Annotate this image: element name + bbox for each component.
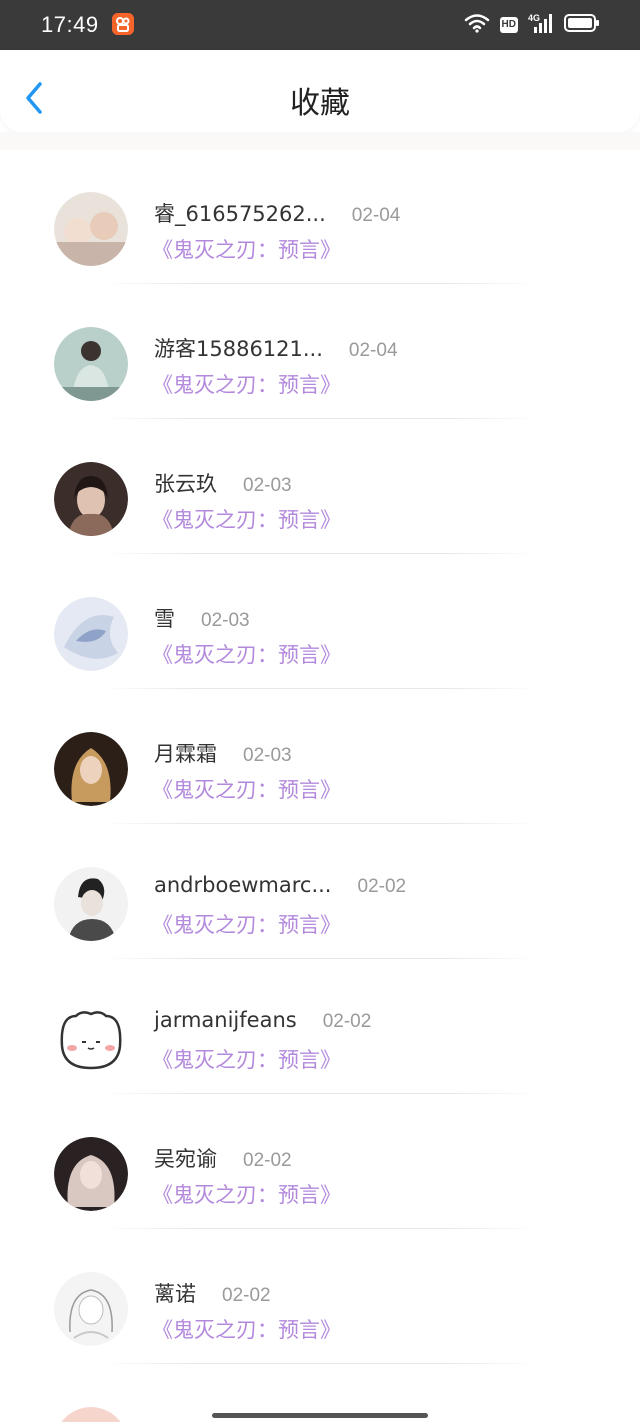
user-name[interactable]: jarmanijfeans (154, 1008, 297, 1032)
list-item[interactable]: 月霖霜 02-03 《鬼灭之刃：预言》 (0, 690, 640, 825)
name-row: 游客15886121... 02-04 (154, 333, 398, 363)
battery-icon (564, 13, 600, 37)
work-title[interactable]: 《鬼灭之刃：预言》 (152, 369, 341, 399)
list-item[interactable]: 游客15886121... 02-04 《鬼灭之刃：预言》 (0, 285, 640, 420)
work-title[interactable]: 《鬼灭之刃：预言》 (152, 1179, 341, 1209)
list-item[interactable]: 张云玖 02-03 《鬼灭之刃：预言》 (0, 420, 640, 555)
divider (100, 418, 540, 419)
avatar[interactable] (54, 1407, 128, 1422)
divider (100, 1093, 540, 1094)
user-name[interactable]: andrboewmarc... (154, 873, 332, 897)
list-item[interactable]: andrboewmarc... 02-02 《鬼灭之刃：预言》 (0, 825, 640, 960)
avatar[interactable] (54, 597, 128, 671)
status-bar: 17:49 HD 4G (0, 0, 640, 50)
kuaishou-icon (112, 13, 134, 35)
name-row: 月霖霜 02-03 (154, 738, 292, 768)
work-title[interactable]: 《鬼灭之刃：预言》 (152, 234, 341, 264)
page-title: 收藏 (290, 86, 350, 121)
avatar[interactable] (54, 327, 128, 401)
date: 02-04 (351, 205, 401, 226)
name-row: 吴宛谕 02-02 (154, 1143, 292, 1173)
work-title[interactable]: 《鬼灭之刃：预言》 (152, 774, 341, 804)
list-item[interactable]: 睿_616575262... 02-04 《鬼灭之刃：预言》 (0, 150, 640, 285)
user-name[interactable]: 吴宛谕 (154, 1143, 217, 1173)
header-separator (0, 132, 640, 150)
name-row: andrboewmarc... 02-02 (154, 873, 406, 898)
name-row: 雪 02-03 (154, 603, 250, 633)
date: 02-04 (348, 340, 398, 361)
work-title[interactable]: 《鬼灭之刃：预言》 (152, 909, 341, 939)
work-title[interactable]: 《鬼灭之刃：预言》 (152, 1314, 341, 1344)
name-row: jarmanijfeans 02-02 (154, 1008, 371, 1033)
date: 02-03 (201, 610, 250, 631)
name-row: 睿_616575262... 02-04 (154, 198, 400, 228)
avatar[interactable] (54, 867, 128, 941)
avatar[interactable] (54, 732, 128, 806)
status-icons: HD 4G (464, 13, 600, 37)
user-name[interactable]: 雪 (154, 603, 175, 633)
avatar[interactable] (54, 192, 128, 266)
header: 收藏 (0, 50, 640, 132)
signal-icon: 4G (528, 12, 554, 38)
name-row: 张云玖 02-03 (154, 468, 292, 498)
work-title[interactable]: 《鬼灭之刃：预言》 (152, 504, 341, 534)
divider (100, 688, 540, 689)
date: 02-03 (243, 745, 292, 766)
work-title[interactable]: 《鬼灭之刃：预言》 (152, 639, 341, 669)
wifi-icon (464, 13, 490, 37)
home-indicator[interactable] (212, 1413, 428, 1418)
divider (100, 553, 540, 554)
date: 02-02 (322, 1011, 372, 1032)
user-name[interactable]: 月霖霜 (154, 738, 217, 768)
name-row: 蓠诺 02-02 (154, 1278, 271, 1308)
avatar[interactable] (54, 1137, 128, 1211)
list-item[interactable]: 雪 02-03 《鬼灭之刃：预言》 (0, 555, 640, 690)
hd-badge: HD (499, 17, 518, 33)
user-name[interactable]: 蓠诺 (154, 1278, 196, 1308)
divider (100, 283, 540, 284)
divider (100, 1228, 540, 1229)
divider (100, 1363, 540, 1364)
user-name[interactable]: 游客15886121... (154, 333, 323, 363)
list-item[interactable]: 吴宛谕 02-02 《鬼灭之刃：预言》 (0, 1095, 640, 1230)
svg-text:4G: 4G (528, 13, 540, 23)
date: 02-02 (222, 1285, 271, 1306)
date: 02-02 (243, 1150, 292, 1171)
date: 02-02 (357, 876, 407, 897)
status-time: 17:49 (41, 12, 99, 37)
date: 02-03 (243, 475, 292, 496)
avatar[interactable] (54, 462, 128, 536)
list-item[interactable]: jarmanijfeans 02-02 《鬼灭之刃：预言》 (0, 960, 640, 1095)
divider (100, 823, 540, 824)
divider (100, 958, 540, 959)
avatar[interactable] (54, 1272, 128, 1346)
user-name[interactable]: 张云玖 (154, 468, 217, 498)
list-item[interactable]: 蓠诺 02-02 《鬼灭之刃：预言》 (0, 1230, 640, 1365)
user-name[interactable]: 睿_616575262... (154, 198, 326, 228)
work-title[interactable]: 《鬼灭之刃：预言》 (152, 1044, 341, 1074)
avatar[interactable] (54, 1002, 128, 1076)
